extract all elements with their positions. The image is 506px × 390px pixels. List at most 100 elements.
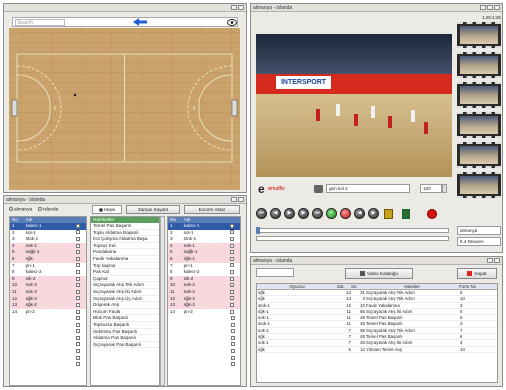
- actions-scrollbar[interactable]: [160, 216, 165, 386]
- checkbox-icon[interactable]: [76, 276, 81, 281]
- table-row[interactable]: 6 sğk-1: [168, 255, 240, 263]
- player-checkbox[interactable]: [74, 249, 86, 256]
- table-row[interactable]: 11 sok-2: [168, 288, 240, 296]
- checkbox-icon[interactable]: [230, 355, 235, 360]
- close-button[interactable]: [494, 258, 500, 263]
- player-checkbox[interactable]: [229, 361, 240, 368]
- minimize-button[interactable]: [487, 258, 493, 263]
- remove-button[interactable]: −: [340, 208, 351, 219]
- action-item[interactable]: Topsuz Kal: [91, 243, 159, 250]
- player-checkbox[interactable]: [229, 355, 240, 362]
- radio-islanda[interactable]: islanda: [38, 207, 58, 212]
- checkbox-icon[interactable]: [76, 223, 81, 228]
- checkbox-icon[interactable]: [76, 296, 81, 301]
- checkbox-icon[interactable]: [230, 329, 235, 334]
- checkbox-icon[interactable]: [230, 335, 235, 340]
- checkbox-icon[interactable]: [230, 283, 235, 288]
- checkbox-icon[interactable]: [76, 349, 81, 354]
- player-checkbox[interactable]: [228, 256, 240, 263]
- volume-track[interactable]: [256, 236, 449, 241]
- checkbox-icon[interactable]: [76, 243, 81, 248]
- player-checkbox[interactable]: [74, 302, 86, 309]
- table-row[interactable]: 6 sğk: [10, 255, 86, 263]
- checkbox-icon[interactable]: [230, 263, 235, 268]
- event-row[interactable]: sğk 6 12 Yüksen Temel Atış 10: [257, 347, 497, 353]
- checkbox-icon[interactable]: [230, 289, 235, 294]
- checkbox-icon[interactable]: [76, 236, 81, 241]
- action-item[interactable]: Top kapma: [91, 263, 159, 270]
- player-checkbox[interactable]: [229, 322, 240, 329]
- minimize-button[interactable]: [480, 5, 486, 10]
- table-row[interactable]: 5 sağk-1: [168, 249, 240, 256]
- checkbox-icon[interactable]: [76, 335, 81, 340]
- checkbox-icon[interactable]: [230, 250, 235, 255]
- fast-forward-button[interactable]: ⏭: [312, 208, 323, 219]
- checkbox-icon[interactable]: [76, 362, 81, 367]
- action-item[interactable]: Temel Pas Başarılı: [91, 223, 159, 230]
- table-row[interactable]: 10 sok-2: [168, 282, 240, 289]
- table-row[interactable]: 13 sğk-2: [168, 302, 240, 309]
- table-row[interactable]: 7 pn-1: [168, 263, 240, 270]
- player-checkbox[interactable]: [228, 243, 240, 250]
- player-checkbox[interactable]: [74, 309, 86, 316]
- player-checkbox[interactable]: [228, 236, 240, 243]
- player-checkbox[interactable]: [229, 348, 240, 355]
- player-checkbox[interactable]: [74, 355, 86, 362]
- table-row[interactable]: 11 sok-2: [10, 288, 86, 296]
- action-item[interactable]: Sıçrayarak Atış İki Adım: [91, 289, 159, 296]
- player-checkbox[interactable]: [74, 289, 86, 296]
- table-row[interactable]: 1 kaleci-1: [168, 223, 240, 230]
- action-item[interactable]: Topsuzsa Başarılı: [91, 322, 159, 329]
- events-filter-input[interactable]: [256, 268, 294, 277]
- checkbox-icon[interactable]: [230, 322, 235, 327]
- table-row[interactable]: 9 sik-2: [10, 275, 86, 283]
- checkbox-icon[interactable]: [230, 342, 235, 347]
- player-checkbox[interactable]: [74, 322, 86, 329]
- checkbox-icon[interactable]: [230, 230, 235, 235]
- table-row[interactable]: 4 sok-1: [10, 242, 86, 250]
- checkbox-icon[interactable]: [76, 269, 81, 274]
- checkbox-icon[interactable]: [76, 289, 81, 294]
- action-item[interactable]: Toplu Aldatma Başarılı: [91, 230, 159, 237]
- step-back-button[interactable]: ◀: [270, 208, 281, 219]
- checkbox-icon[interactable]: [230, 362, 235, 367]
- player-checkbox[interactable]: [228, 263, 240, 270]
- video-player[interactable]: INTERSPORT: [256, 34, 452, 177]
- checkbox-icon[interactable]: [230, 236, 235, 241]
- checkbox-icon[interactable]: [76, 316, 81, 321]
- player-checkbox[interactable]: [228, 289, 240, 296]
- player-checkbox[interactable]: [229, 335, 240, 342]
- rewind-button[interactable]: ⏮: [256, 208, 267, 219]
- checkbox-icon[interactable]: [76, 302, 81, 307]
- action-item[interactable]: Faule Yakalanma: [91, 256, 159, 263]
- action-item[interactable]: Blok Pas Başarılı: [91, 315, 159, 322]
- table-row[interactable]: 3 stok-1: [10, 236, 86, 243]
- player-checkbox[interactable]: [229, 315, 240, 322]
- minimize-button[interactable]: [231, 197, 237, 202]
- table-row[interactable]: 3 stok-1: [168, 236, 240, 243]
- player-checkbox[interactable]: [74, 329, 86, 336]
- table-row[interactable]: 12 sğk-2: [168, 295, 240, 303]
- checkbox-icon[interactable]: [76, 250, 81, 255]
- player-checkbox[interactable]: [229, 342, 240, 349]
- checkbox-icon[interactable]: [76, 263, 81, 268]
- table-row[interactable]: 12 sğk-2: [10, 295, 86, 303]
- checkbox-icon[interactable]: [230, 296, 235, 301]
- add-button[interactable]: +: [326, 208, 337, 219]
- player-checkbox[interactable]: [228, 223, 240, 230]
- action-item[interactable]: Sıçrayarak Atış Üç Adım: [91, 296, 159, 303]
- close-button[interactable]: [494, 5, 500, 10]
- checkbox-icon[interactable]: [76, 342, 81, 347]
- checkbox-icon[interactable]: [76, 256, 81, 261]
- maximize-button[interactable]: [487, 5, 493, 10]
- checkbox-icon[interactable]: [230, 316, 235, 321]
- checkbox-icon[interactable]: [230, 223, 235, 228]
- player-checkbox[interactable]: [74, 236, 86, 243]
- checkbox-icon[interactable]: [230, 349, 235, 354]
- checkbox-icon[interactable]: [76, 322, 81, 327]
- kapat-button[interactable]: Kapat: [457, 268, 497, 279]
- action-item[interactable]: Pas Kal: [91, 269, 159, 276]
- film-thumbnail-6[interactable]: [457, 172, 501, 198]
- action-item[interactable]: Sıçrayarak Pas Başarılı: [91, 342, 159, 349]
- table-row[interactable]: 13 sğk-2: [10, 302, 86, 309]
